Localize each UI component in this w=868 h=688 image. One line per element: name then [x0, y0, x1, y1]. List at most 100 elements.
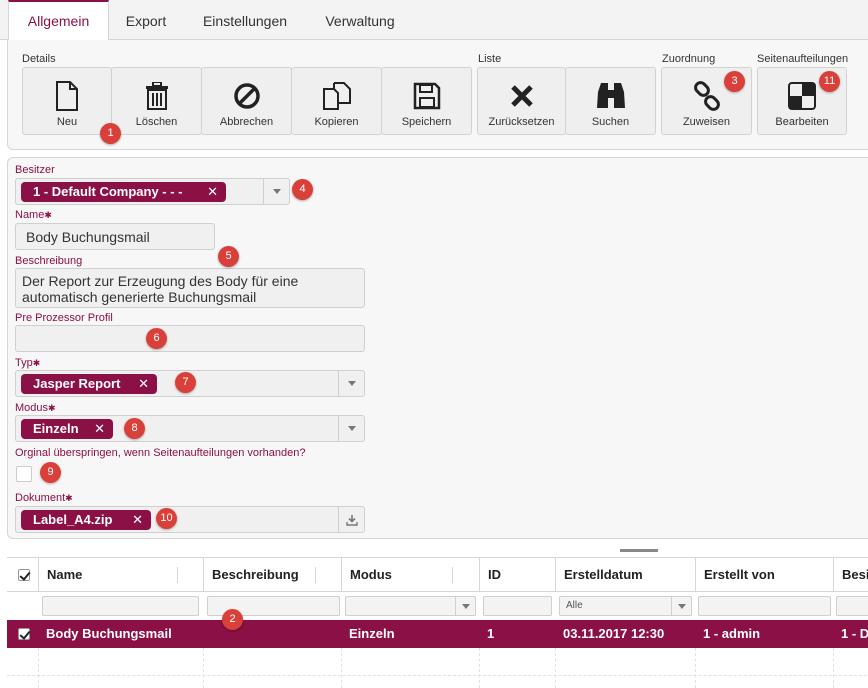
- column-resize-handle[interactable]: [452, 567, 453, 583]
- grid-filter-row: Alle: [7, 592, 868, 620]
- filter-name-input[interactable]: [42, 596, 199, 616]
- cell-modus: Einzeln: [349, 626, 395, 641]
- modus-select[interactable]: Einzeln ✕: [15, 415, 365, 442]
- neu-button[interactable]: Neu: [22, 67, 112, 135]
- required-icon: ✱: [65, 493, 73, 503]
- marker-badge-10: 10: [156, 508, 177, 529]
- name-field[interactable]: Body Buchungsmail: [15, 223, 215, 250]
- trash-icon: [112, 80, 201, 112]
- loeschen-button[interactable]: Löschen: [111, 67, 202, 135]
- column-divider: [38, 648, 39, 688]
- column-header-besitzer[interactable]: Besi: [833, 558, 868, 592]
- neu-label: Neu: [56, 116, 78, 128]
- kopieren-button[interactable]: Kopieren: [291, 67, 382, 135]
- marker-badge-7: 7: [175, 372, 196, 393]
- bearbeiten-label: Bearbeiten: [775, 116, 829, 128]
- original-ueberspringen-checkbox[interactable]: [16, 466, 32, 482]
- marker-badge-6: 6: [146, 328, 167, 349]
- suchen-button[interactable]: Suchen: [565, 67, 656, 135]
- column-divider: [341, 648, 342, 688]
- typ-label-text: Typ: [15, 357, 33, 369]
- column-header-erstelldatum[interactable]: Erstelldatum: [555, 558, 695, 592]
- loeschen-label: Löschen: [135, 116, 178, 128]
- table-row[interactable]: Body Buchungsmail Einzeln 1 03.11.2017 1…: [7, 620, 868, 648]
- remove-icon[interactable]: ✕: [138, 374, 149, 394]
- besitzer-select[interactable]: 1 - Default Company - - - ✕: [15, 178, 290, 205]
- marker-badge-1: 1: [100, 123, 121, 144]
- column-header-id[interactable]: ID: [479, 558, 555, 592]
- download-icon[interactable]: [338, 507, 364, 532]
- besitzer-value: 1 - Default Company - - -: [33, 184, 183, 199]
- column-header-beschreibung[interactable]: Beschreibung: [203, 558, 341, 592]
- tab-export[interactable]: Export: [113, 0, 179, 40]
- typ-label: Typ✱: [15, 357, 40, 369]
- filter-modus-select[interactable]: [345, 596, 476, 616]
- typ-value: Jasper Report: [33, 376, 121, 391]
- chevron-down-icon[interactable]: [455, 597, 475, 615]
- row-checkbox[interactable]: [18, 628, 30, 640]
- cell-erstelldatum: 03.11.2017 12:30: [563, 626, 665, 641]
- typ-tag: Jasper Report ✕: [21, 374, 157, 394]
- beschreibung-line-2: automatisch generierte Buchungsmail: [22, 289, 257, 305]
- empty-row: [7, 648, 868, 676]
- abbrechen-button[interactable]: Abbrechen: [201, 67, 292, 135]
- chevron-down-icon[interactable]: [263, 179, 289, 204]
- column-divider: [479, 648, 480, 688]
- original-ueberspringen-label: Orginal überspringen, wenn Seitenaufteil…: [15, 447, 306, 459]
- marker-badge-9: 9: [40, 462, 61, 483]
- speichern-button[interactable]: Speichern: [381, 67, 472, 135]
- results-grid: Name Beschreibung Modus ID Erstelldatum …: [7, 557, 868, 688]
- tab-verwaltung[interactable]: Verwaltung: [312, 0, 408, 40]
- column-resize-handle[interactable]: [177, 567, 178, 583]
- panel-splitter-handle[interactable]: [620, 549, 658, 552]
- remove-icon[interactable]: ✕: [132, 510, 143, 530]
- filter-besitzer-input[interactable]: [836, 596, 868, 616]
- dokument-field[interactable]: Label_A4.zip ✕: [15, 506, 365, 533]
- column-divider: [555, 648, 556, 688]
- column-header-name[interactable]: Name: [38, 558, 203, 592]
- column-divider: [203, 648, 204, 688]
- select-all-checkbox[interactable]: [18, 569, 30, 581]
- modus-value: Einzeln: [33, 421, 79, 436]
- kopieren-label: Kopieren: [314, 116, 359, 128]
- suchen-label: Suchen: [591, 116, 630, 128]
- cell-id: 1: [487, 626, 495, 641]
- required-icon: ✱: [44, 210, 52, 220]
- speichern-label: Speichern: [401, 116, 452, 128]
- grid-header-row: Name Beschreibung Modus ID Erstelldatum …: [7, 558, 868, 592]
- column-header-modus[interactable]: Modus: [341, 558, 479, 592]
- tab-einstellungen[interactable]: Einstellungen: [188, 0, 302, 40]
- beschreibung-label: Beschreibung: [15, 255, 83, 267]
- column-divider: [695, 648, 696, 688]
- remove-icon[interactable]: ✕: [94, 419, 105, 439]
- group-label-zuordnung: Zuordnung: [662, 53, 716, 65]
- dokument-label: Dokument✱: [15, 492, 73, 504]
- zuruecksetzen-button[interactable]: Zurücksetzen: [477, 67, 566, 135]
- filter-erstelldatum-select[interactable]: Alle: [559, 596, 692, 616]
- tab-bar: Allgemein Export Einstellungen Verwaltun…: [0, 0, 868, 41]
- remove-icon[interactable]: ✕: [207, 182, 218, 202]
- marker-badge-2: 2: [222, 609, 243, 630]
- chevron-down-icon[interactable]: [671, 597, 691, 615]
- column-header-erstellt-von[interactable]: Erstellt von: [695, 558, 833, 592]
- filter-erstellt-von-input[interactable]: [698, 596, 831, 616]
- x-icon: [478, 80, 565, 112]
- modus-tag: Einzeln ✕: [21, 419, 113, 439]
- beschreibung-field[interactable]: Der Report zur Erzeugung des Body für ei…: [15, 268, 365, 308]
- tab-allgemein[interactable]: Allgemein: [8, 0, 109, 41]
- chevron-down-icon[interactable]: [338, 416, 364, 441]
- dokument-tag: Label_A4.zip ✕: [21, 510, 151, 530]
- dokument-label-text: Dokument: [15, 492, 66, 504]
- filter-erstelldatum-value: Alle: [566, 600, 583, 611]
- column-resize-handle[interactable]: [315, 567, 316, 583]
- chevron-down-icon[interactable]: [338, 371, 364, 396]
- marker-badge-5: 5: [218, 246, 239, 267]
- filter-id-input[interactable]: [483, 596, 552, 616]
- zuruecksetzen-label: Zurücksetzen: [488, 116, 555, 128]
- marker-badge-11: 11: [819, 71, 840, 92]
- binoculars-icon: [566, 80, 655, 112]
- pre-prozessor-field[interactable]: [15, 325, 365, 352]
- marker-badge-8: 8: [124, 418, 145, 439]
- marker-badge-4: 4: [292, 179, 313, 200]
- name-label: Name✱: [15, 209, 52, 221]
